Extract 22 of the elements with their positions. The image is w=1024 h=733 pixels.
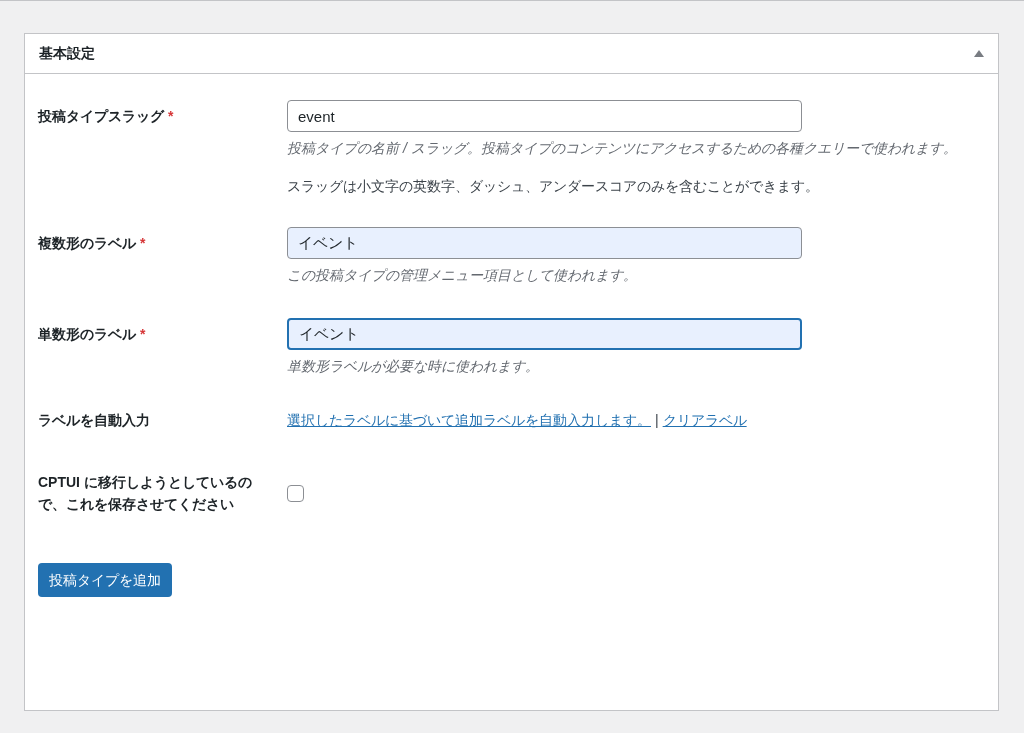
add-post-type-button[interactable]: 投稿タイプを追加 — [38, 563, 172, 597]
text-input[interactable]: イベント — [287, 318, 802, 350]
field-note: スラッグは小文字の英数字、ダッシュ、アンダースコアのみを含むことができます。 — [287, 177, 820, 196]
field-label: CPTUI に移行しようとしているので、これを保存させてください — [38, 474, 252, 512]
field-description: 単数形ラベルが必要な時に使われます。 — [287, 357, 540, 376]
required-asterisk: * — [140, 235, 146, 251]
action-link[interactable]: 選択したラベルに基づいて追加ラベルを自動入力します。 — [287, 409, 651, 431]
text-input[interactable]: event — [287, 100, 802, 132]
action-link[interactable]: クリアラベル — [662, 409, 747, 431]
text-input[interactable]: イベント — [287, 227, 802, 259]
checkbox[interactable] — [287, 484, 304, 502]
field-label: 単数形のラベル — [38, 326, 136, 342]
link-separator: | — [655, 411, 659, 430]
field-label: ラベルを自動入力 — [38, 412, 150, 428]
field-description: この投稿タイプの管理メニュー項目として使われます。 — [287, 266, 638, 285]
collapse-toggle-icon[interactable] — [974, 50, 984, 57]
field-description: 投稿タイプの名前 / スラッグ。投稿タイプのコンテンツにアクセスするための各種クエリーで使われます。 — [287, 139, 958, 158]
required-asterisk: * — [140, 326, 146, 342]
panel-title: 基本設定 — [39, 44, 95, 63]
required-asterisk: * — [168, 108, 174, 124]
field-label: 複数形のラベル — [38, 235, 136, 251]
field-label: 投稿タイプスラッグ — [38, 108, 164, 124]
